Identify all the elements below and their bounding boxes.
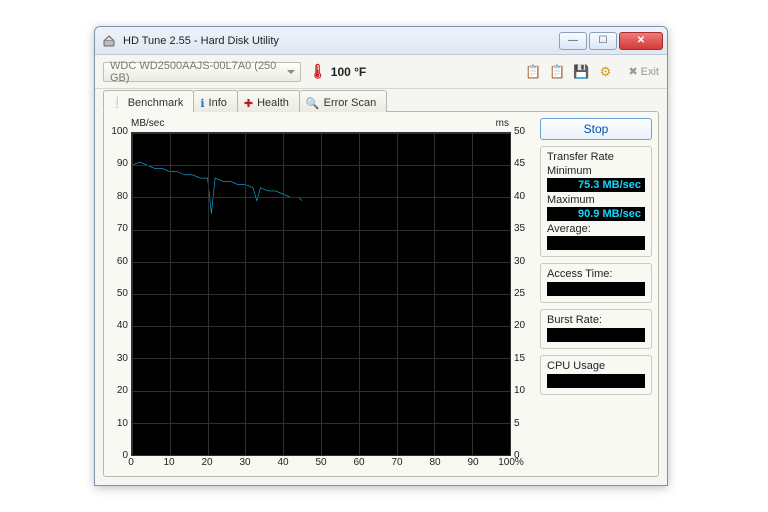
save-icon[interactable]: 💾 bbox=[572, 63, 590, 81]
y-axis-left-label: MB/sec bbox=[131, 118, 164, 129]
x-tick: 0 bbox=[128, 457, 134, 468]
maximum-value: 90.9 MB/sec bbox=[547, 207, 645, 221]
x-tick: 60 bbox=[353, 457, 364, 468]
tab-error-scan[interactable]: 🔍 Error Scan bbox=[299, 90, 387, 112]
drive-select[interactable]: WDC WD2500AAJS-00L7A0 (250 GB) bbox=[103, 62, 301, 82]
tab-strip: ❕ Benchmark ℹ Info ✚ Health 🔍 Error Scan bbox=[103, 90, 659, 112]
x-tick: 20 bbox=[201, 457, 212, 468]
y-tick-left: 60 bbox=[110, 256, 128, 267]
cpu-usage-label: CPU Usage bbox=[547, 360, 645, 372]
x-tick: 70 bbox=[391, 457, 402, 468]
copy-screenshot-icon[interactable]: 📋 bbox=[548, 63, 566, 81]
y-tick-left: 100 bbox=[110, 126, 128, 137]
stop-label: Stop bbox=[584, 122, 609, 136]
minimum-value: 75.3 MB/sec bbox=[547, 178, 645, 192]
y-tick-right: 50 bbox=[514, 126, 532, 137]
maximize-button[interactable]: ☐ bbox=[589, 32, 617, 50]
drive-select-value: WDC WD2500AAJS-00L7A0 (250 GB) bbox=[110, 60, 296, 84]
group-title: Transfer Rate bbox=[547, 151, 645, 163]
warn-icon: ❕ bbox=[110, 96, 124, 109]
chart-zone: MB/sec ms 0 10 20 30 40 50 60 70 80 90 100 0 5 10 15 20… bbox=[110, 118, 532, 470]
burst-rate-group: Burst Rate: bbox=[540, 309, 652, 349]
y-tick-left: 30 bbox=[110, 353, 128, 364]
y-tick-left: 50 bbox=[110, 288, 128, 299]
stats-column: Stop Transfer Rate Minimum 75.3 MB/sec M… bbox=[540, 118, 652, 470]
toolbar-icons: 📋 📋 💾 ⚙ ✖ Exit bbox=[524, 63, 659, 81]
app-window: HD Tune 2.55 - Hard Disk Utility — ☐ ✕ W… bbox=[94, 26, 668, 486]
tab-label: Error Scan bbox=[324, 97, 377, 109]
transfer-rate-group: Transfer Rate Minimum 75.3 MB/sec Maximu… bbox=[540, 146, 652, 257]
burst-rate-value bbox=[547, 328, 645, 342]
y-tick-left: 80 bbox=[110, 191, 128, 202]
y-tick-left: 20 bbox=[110, 385, 128, 396]
cpu-usage-value bbox=[547, 374, 645, 388]
temperature-readout: 🌡 100 °F bbox=[309, 63, 366, 80]
access-time-group: Access Time: bbox=[540, 263, 652, 303]
magnifier-icon: 🔍 bbox=[306, 97, 320, 110]
cpu-usage-group: CPU Usage bbox=[540, 355, 652, 395]
info-icon: ℹ bbox=[200, 97, 204, 110]
content-area: ❕ Benchmark ℹ Info ✚ Health 🔍 Error Scan… bbox=[95, 89, 667, 485]
minimize-button[interactable]: — bbox=[559, 32, 587, 50]
y-tick-left: 0 bbox=[110, 450, 128, 461]
average-label: Average: bbox=[547, 223, 645, 235]
y-tick-right: 30 bbox=[514, 256, 532, 267]
health-icon: ✚ bbox=[244, 97, 253, 110]
average-value bbox=[547, 236, 645, 250]
stop-button[interactable]: Stop bbox=[540, 118, 652, 140]
minimum-label: Minimum bbox=[547, 165, 645, 177]
y-tick-right: 35 bbox=[514, 223, 532, 234]
access-time-value bbox=[547, 282, 645, 296]
exit-icon: ✖ bbox=[628, 65, 637, 78]
y-tick-right: 10 bbox=[514, 385, 532, 396]
y-tick-right: 45 bbox=[514, 158, 532, 169]
x-tick: 90 bbox=[467, 457, 478, 468]
tab-health[interactable]: ✚ Health bbox=[237, 90, 300, 112]
y-tick-right: 5 bbox=[514, 418, 532, 429]
y-tick-right: 40 bbox=[514, 191, 532, 202]
y-tick-right: 20 bbox=[514, 320, 532, 331]
exit-label: Exit bbox=[641, 66, 659, 78]
y-tick-right: 25 bbox=[514, 288, 532, 299]
y-axis-right-label: ms bbox=[496, 118, 509, 129]
x-tick: 40 bbox=[277, 457, 288, 468]
plot-canvas bbox=[131, 132, 511, 456]
tab-info[interactable]: ℹ Info bbox=[193, 90, 238, 112]
window-title: HD Tune 2.55 - Hard Disk Utility bbox=[123, 35, 279, 47]
x-tick: 80 bbox=[429, 457, 440, 468]
chart-area: MB/sec ms 0 10 20 30 40 50 60 70 80 90 100 0 5 10 15 20… bbox=[110, 118, 532, 470]
close-button[interactable]: ✕ bbox=[619, 32, 663, 50]
thermometer-icon: 🌡 bbox=[309, 63, 327, 80]
options-icon[interactable]: ⚙ bbox=[596, 63, 614, 81]
x-tick: 50 bbox=[315, 457, 326, 468]
window-controls: — ☐ ✕ bbox=[557, 32, 663, 50]
benchmark-panel: MB/sec ms 0 10 20 30 40 50 60 70 80 90 100 0 5 10 15 20… bbox=[103, 111, 659, 477]
access-time-label: Access Time: bbox=[547, 268, 645, 280]
toolbar: WDC WD2500AAJS-00L7A0 (250 GB) 🌡 100 °F … bbox=[95, 55, 667, 89]
burst-rate-label: Burst Rate: bbox=[547, 314, 645, 326]
maximum-label: Maximum bbox=[547, 194, 645, 206]
copy-text-icon[interactable]: 📋 bbox=[524, 63, 542, 81]
temperature-value: 100 °F bbox=[331, 65, 366, 79]
exit-button[interactable]: ✖ Exit bbox=[628, 65, 659, 78]
app-icon bbox=[101, 33, 117, 49]
x-tick: 100% bbox=[498, 457, 524, 468]
y-tick-left: 70 bbox=[110, 223, 128, 234]
title-bar[interactable]: HD Tune 2.55 - Hard Disk Utility — ☐ ✕ bbox=[95, 27, 667, 55]
y-tick-right: 15 bbox=[514, 353, 532, 364]
tab-benchmark[interactable]: ❕ Benchmark bbox=[103, 90, 194, 112]
tab-label: Info bbox=[209, 97, 227, 109]
tab-label: Health bbox=[257, 97, 289, 109]
y-tick-left: 40 bbox=[110, 320, 128, 331]
x-tick: 30 bbox=[239, 457, 250, 468]
y-tick-left: 90 bbox=[110, 158, 128, 169]
tab-label: Benchmark bbox=[128, 97, 184, 109]
x-tick: 10 bbox=[163, 457, 174, 468]
y-tick-left: 10 bbox=[110, 418, 128, 429]
